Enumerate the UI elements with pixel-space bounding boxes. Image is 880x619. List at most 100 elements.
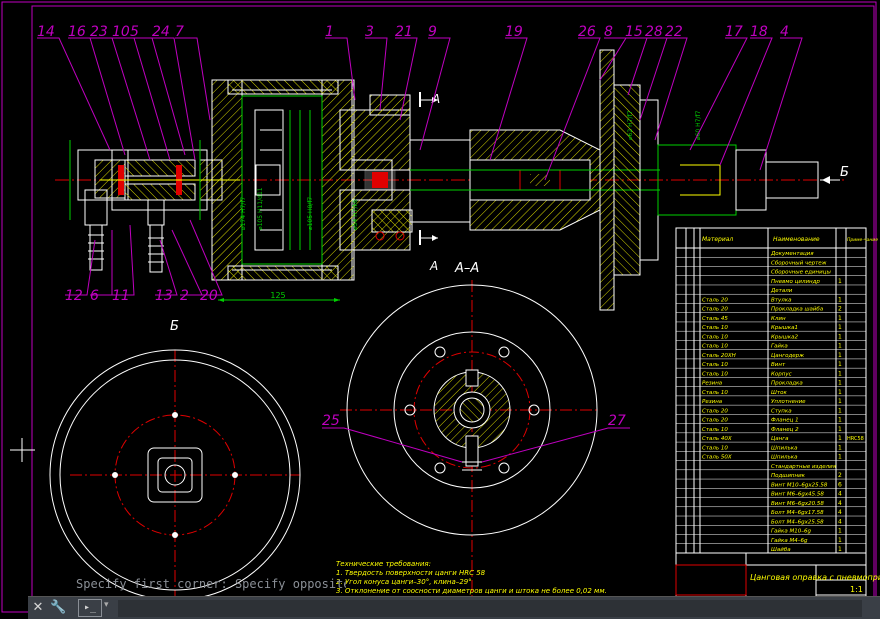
- table-cell-qty: 1: [838, 546, 842, 553]
- table-cell-name: Прокладка шайба: [771, 307, 824, 313]
- table-cell-name: Гайка М4–6g: [771, 538, 808, 544]
- spec-header-note: Приме-чание: [847, 237, 878, 243]
- balloon-7: 7: [175, 24, 184, 40]
- table-cell-name: Документация: [770, 251, 814, 257]
- table-cell-material: Сталь 45: [702, 316, 728, 322]
- tech-req-line-1: 1. Твердость поверхности цанги HRC 58: [336, 569, 486, 577]
- svg-text:⌀174 H7/f7: ⌀174 H7/f7: [240, 197, 247, 230]
- arrow-b-label: Б: [840, 165, 849, 180]
- balloon-8: 8: [604, 24, 613, 40]
- balloon-9: 9: [428, 24, 437, 40]
- balloon-6: 6: [90, 288, 99, 304]
- table-cell-qty: 4: [838, 500, 842, 507]
- table-cell-qty: 1: [838, 407, 842, 414]
- table-cell-name: Шайба: [771, 547, 791, 553]
- balloon-11: 11: [112, 288, 130, 304]
- table-cell-qty: 2: [838, 472, 842, 479]
- table-cell-material: Сталь 20ХН: [702, 353, 736, 359]
- tech-req-line-3: 3. Отклонение от соосности диаметров цан…: [336, 587, 607, 595]
- table-cell-name: Винт М6–6gх45.58: [771, 492, 824, 498]
- table-cell-qty: 1: [838, 454, 842, 461]
- table-cell-name: Сборочный чертеж: [771, 260, 827, 266]
- wrench-icon[interactable]: 🔧: [50, 600, 66, 616]
- drawing-canvas[interactable]: А А Б 125 ⌀174 H7/f7 ⌀105 H11/d11 ⌀105 H…: [0, 0, 880, 618]
- table-cell-name: Болт М4–6gх25.58: [771, 519, 824, 525]
- table-cell-qty: 1: [838, 324, 842, 331]
- balloon-3: 3: [365, 24, 374, 40]
- table-cell-qty: 1: [838, 333, 842, 340]
- table-cell-material: Резина: [702, 381, 723, 387]
- table-cell-qty: 1: [838, 343, 842, 350]
- table-cell-qty: 1: [838, 370, 842, 377]
- balloon-14: 14: [37, 24, 55, 40]
- balloon-12: 12: [65, 288, 83, 304]
- section-label-bottom: А: [429, 259, 438, 273]
- table-cell-qty: 1: [838, 361, 842, 368]
- table-cell-name: Прокладка: [771, 381, 803, 387]
- balloon-21: 21: [395, 24, 413, 40]
- table-cell-name: Подшипник: [771, 473, 806, 479]
- balloon-5: 5: [130, 24, 139, 40]
- table-cell-name: Цангодерж: [771, 353, 804, 359]
- balloon-23: 23: [90, 24, 108, 40]
- table-cell-material: Резина: [702, 399, 723, 405]
- view-b-label: Б: [170, 319, 179, 334]
- close-icon[interactable]: ✕: [30, 600, 46, 616]
- command-history: Specify first corner: Specify opposite: [76, 577, 346, 591]
- table-cell-qty: 1: [838, 315, 842, 322]
- balloon-16: 16: [68, 24, 86, 40]
- table-cell-name: Крышка1: [771, 325, 798, 331]
- table-cell-qty: 1: [838, 278, 842, 285]
- table-cell-qty: 1: [838, 537, 842, 544]
- section-a-a: [322, 280, 630, 600]
- svg-text:⌀105 H8/f7: ⌀105 H8/f7: [307, 197, 314, 230]
- dimension-125-label: 125: [270, 291, 285, 300]
- balloon-26: 26: [578, 24, 596, 40]
- table-cell-name: Уплотнение: [771, 399, 806, 405]
- title-block-scale: 1:1: [850, 585, 863, 594]
- svg-text:⌀62 H7/f7: ⌀62 H7/f7: [627, 110, 634, 140]
- table-cell-name: Клин: [771, 316, 786, 322]
- table-cell-name: Цанга: [771, 436, 789, 442]
- chevron-down-icon[interactable]: ▾: [104, 600, 109, 610]
- balloon-15: 15: [625, 24, 643, 40]
- table-cell-name: Шпилька: [771, 455, 798, 461]
- table-cell-qty: 1: [838, 352, 842, 359]
- table-cell-material: Сталь 10: [702, 390, 728, 396]
- table-cell-note: HRC58: [847, 436, 864, 442]
- label-25: 25: [322, 413, 340, 429]
- tech-req-title: Технические требования:: [336, 560, 431, 568]
- table-cell-material: Сталь 20: [702, 418, 728, 424]
- balloon-18: 18: [750, 24, 768, 40]
- table-cell-name: Фланец 2: [771, 427, 799, 433]
- table-cell-qty: 2: [838, 306, 842, 313]
- table-cell-material: Сталь 20: [702, 307, 728, 313]
- command-input[interactable]: [118, 600, 862, 617]
- table-cell-material: Сталь 10: [702, 371, 728, 377]
- table-cell-material: Сталь 10: [702, 344, 728, 350]
- balloon-20: 20: [200, 288, 218, 304]
- balloon-19: 19: [505, 24, 523, 40]
- table-cell-name: Втулка: [771, 297, 792, 303]
- table-cell-qty: 1: [838, 296, 842, 303]
- table-cell-qty: 4: [838, 518, 842, 525]
- table-cell-name: Шток: [771, 390, 787, 396]
- command-bar: ✕ 🔧 ▸_ ▾: [28, 596, 880, 619]
- table-cell-qty: 4: [838, 491, 842, 498]
- table-cell-material: Сталь 20: [702, 297, 728, 303]
- table-cell-name: Ступка: [771, 408, 792, 414]
- table-cell-name: Детали: [770, 288, 793, 294]
- table-cell-name: Винт М6–6gх20.58: [771, 501, 824, 507]
- table-cell-material: Сталь 20: [702, 408, 728, 414]
- command-prompt-icon[interactable]: ▸_: [78, 599, 102, 617]
- balloon-4: 4: [780, 24, 789, 40]
- svg-text:⌀54 H7/k6: ⌀54 H7/k6: [352, 199, 359, 230]
- table-cell-material: Сталь 10: [702, 334, 728, 340]
- balloon-1: 1: [325, 24, 334, 40]
- table-cell-material: Сталь 50Х: [702, 455, 732, 461]
- table-cell-name: Винт: [771, 362, 786, 368]
- table-cell-name: Винт М10–6gх25.58: [771, 482, 828, 488]
- table-cell-qty: 1: [838, 389, 842, 396]
- section-a-a-title: А–А: [454, 261, 479, 276]
- label-27: 27: [608, 413, 626, 429]
